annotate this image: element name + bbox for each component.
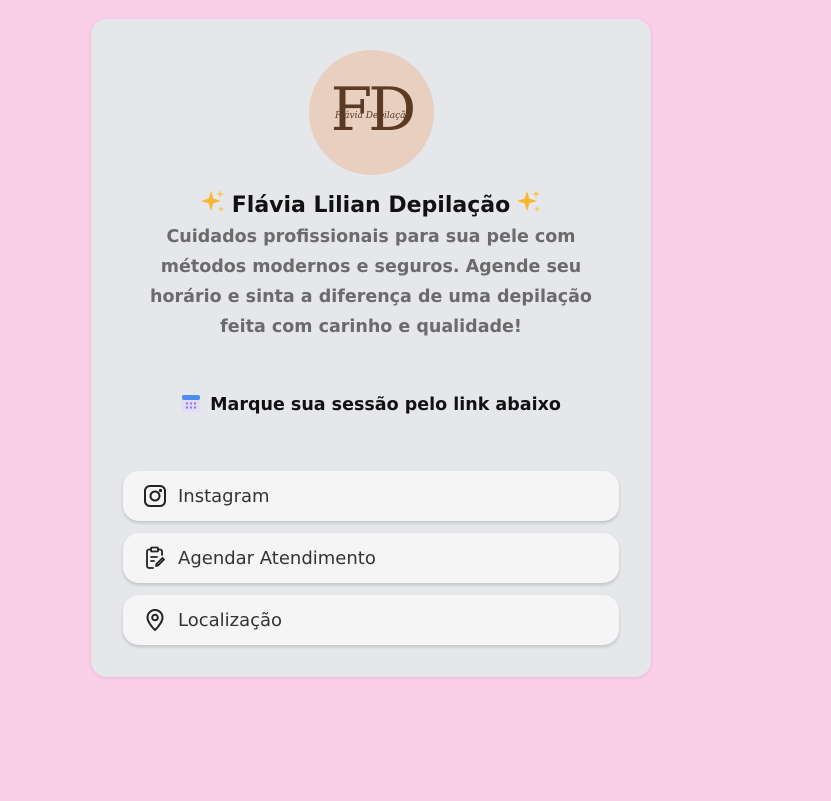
location-link-button[interactable]: Localização bbox=[123, 595, 619, 645]
page-title: Flávia Lilian Depilação bbox=[91, 189, 651, 218]
booking-prompt-text: Marque sua sessão pelo link abaixo bbox=[210, 395, 561, 415]
title-text: Flávia Lilian Depilação bbox=[231, 193, 511, 218]
booking-prompt: Marque sua sessão pelo link abaixo bbox=[91, 393, 651, 415]
logo-avatar: FD Flávia Depilação bbox=[309, 50, 434, 175]
calendar-icon bbox=[182, 395, 201, 412]
schedule-appointment-label: Agendar Atendimento bbox=[178, 547, 376, 569]
clipboard-edit-icon bbox=[143, 546, 167, 570]
profile-description: Cuidados profissionais para sua pele com… bbox=[150, 227, 592, 337]
sparkles-icon bbox=[200, 190, 224, 212]
profile-card: FD Flávia Depilação Flávia Lilian Depila… bbox=[91, 19, 651, 677]
schedule-appointment-button[interactable]: Agendar Atendimento bbox=[123, 533, 619, 583]
map-pin-icon bbox=[143, 608, 167, 632]
sparkles-icon bbox=[517, 190, 541, 212]
instagram-link-button[interactable]: Instagram bbox=[123, 471, 619, 521]
link-list: Instagram Agendar Atendimento Localizaçã… bbox=[123, 471, 619, 657]
svg-text:Flávia Depilação: Flávia Depilação bbox=[334, 110, 412, 121]
svg-text:FD: FD bbox=[331, 75, 414, 145]
fd-monogram-logo: FD Flávia Depilação bbox=[331, 75, 418, 145]
instagram-link-label: Instagram bbox=[178, 485, 270, 507]
location-link-label: Localização bbox=[178, 609, 283, 631]
instagram-icon bbox=[143, 484, 167, 508]
